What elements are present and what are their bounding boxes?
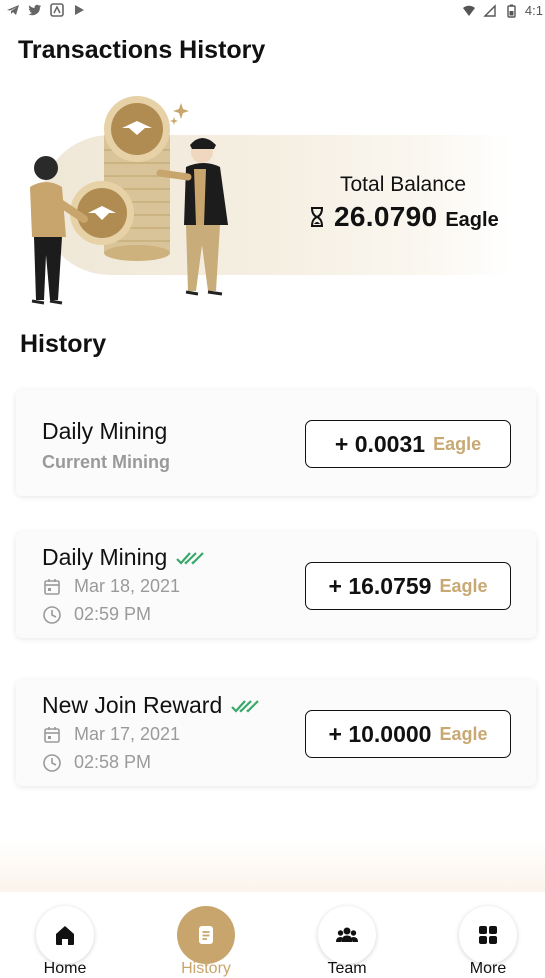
transaction-amount-box: + 16.0759 Eagle: [305, 562, 511, 610]
calendar-icon: [44, 578, 60, 595]
calendar-icon: [44, 726, 60, 743]
coins-illustration: [30, 96, 228, 305]
balance-hero: Total Balance 26.0790 Eagle: [0, 95, 545, 320]
transaction-time-text: 02:59 PM: [74, 604, 152, 624]
transaction-title-text: Daily Mining: [42, 418, 168, 444]
transaction-amount: + 16.0759: [328, 572, 432, 599]
nav-team-label: Team: [327, 960, 367, 977]
play-icon: [75, 5, 84, 15]
transaction-title: Daily Mining: [42, 544, 205, 571]
transaction-title-text: New Join Reward: [42, 692, 223, 718]
history-section-title: History: [20, 330, 107, 358]
nav-home-label: Home: [43, 960, 87, 977]
clock-icon: [43, 753, 61, 772]
team-icon: [336, 927, 358, 942]
transaction-amount: + 10.0000: [328, 720, 432, 747]
transaction-unit: Eagle: [433, 433, 482, 454]
transaction-title-text: Daily Mining: [42, 544, 168, 570]
status-time: 4:1: [524, 3, 543, 18]
grid-icon: [479, 926, 497, 944]
hourglass-icon: [311, 207, 323, 227]
balance-amount: 26.0790: [334, 201, 438, 232]
nav-more[interactable]: More: [443, 906, 533, 977]
transaction-unit: Eagle: [439, 575, 488, 596]
transaction-time-text: 02:58 PM: [74, 752, 152, 772]
nav-team[interactable]: Team: [302, 906, 392, 977]
transaction-card[interactable]: New Join Reward Mar 17, 2021 02:58 PM + …: [16, 680, 536, 786]
balance-unit: Eagle: [445, 209, 499, 231]
telegram-icon: [7, 5, 19, 15]
battery-icon: [507, 4, 516, 18]
clock-icon: [43, 605, 61, 624]
transaction-date-text: Mar 17, 2021: [74, 724, 181, 744]
transaction-amount: + 0.0031: [334, 430, 426, 457]
wifi-icon: [462, 5, 475, 16]
bottom-nav: Home History Team More: [0, 892, 545, 978]
transaction-title: New Join Reward: [42, 692, 260, 719]
transaction-title: Daily Mining: [42, 418, 167, 445]
transaction-subtitle: Current Mining: [42, 452, 170, 472]
twitter-icon: [28, 4, 41, 16]
transaction-card[interactable]: Daily Mining Mar 18, 2021 02:59 PM + 16.…: [16, 532, 536, 638]
transaction-date-text: Mar 18, 2021: [74, 576, 181, 596]
status-bar: 4:1: [0, 0, 545, 24]
nav-more-label: More: [469, 960, 507, 977]
transaction-amount-box: + 10.0000 Eagle: [305, 710, 511, 758]
signal-icon: [483, 3, 496, 17]
transaction-date: Mar 17, 2021: [42, 724, 180, 745]
bottom-fade: [0, 840, 545, 896]
nav-home[interactable]: Home: [20, 906, 110, 977]
double-check-icon: [176, 551, 205, 565]
transaction-time: 02:58 PM: [42, 752, 151, 773]
double-check-icon: [231, 699, 260, 713]
home-icon: [56, 926, 74, 945]
transaction-amount-box: + 0.0031 Eagle: [305, 420, 511, 468]
nav-history[interactable]: History: [161, 906, 251, 977]
transaction-card[interactable]: Daily Mining Current Mining + 0.0031 Eag…: [16, 390, 536, 496]
nav-team-button[interactable]: [318, 906, 376, 964]
nav-history-label: History: [181, 960, 231, 977]
nav-more-button[interactable]: [459, 906, 517, 964]
total-balance-value: 26.0790 Eagle: [308, 201, 499, 233]
nav-home-button[interactable]: [36, 906, 94, 964]
transaction-time: 02:59 PM: [42, 604, 151, 625]
total-balance-label: Total Balance: [340, 173, 467, 196]
transaction-unit: Eagle: [439, 723, 488, 744]
transaction-date: Mar 18, 2021: [42, 576, 180, 597]
document-icon: [199, 926, 213, 944]
page-title: Transactions History: [18, 36, 266, 64]
nav-history-button[interactable]: [177, 906, 235, 964]
app-icon: [50, 3, 64, 17]
